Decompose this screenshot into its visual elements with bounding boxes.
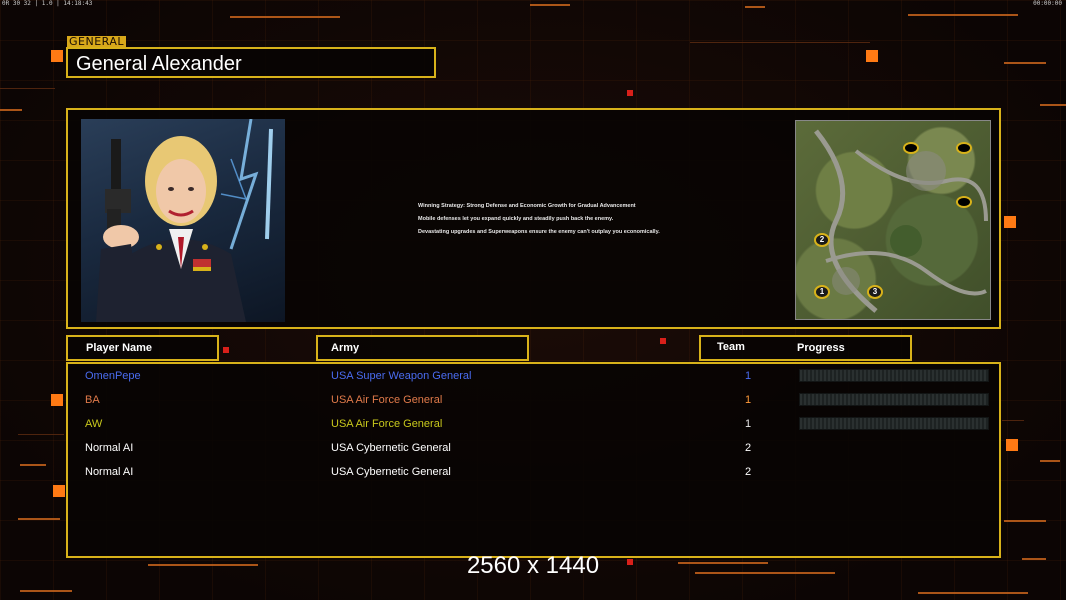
team-progress-header: Team Progress <box>699 335 912 361</box>
deco-line <box>0 109 22 111</box>
resolution-label: 2560 x 1440 <box>466 552 600 579</box>
player-army: USA Air Force General <box>331 394 443 406</box>
debug-readout: 0R 30 32 | 1.0 | 14:18:43 <box>2 0 93 7</box>
map-start-1[interactable]: 1 <box>814 285 830 299</box>
players-list: OmenPepe USA Super Weapon General 1 BA U… <box>66 362 1001 558</box>
player-name-header: Player Name <box>66 335 219 361</box>
general-name: General Alexander <box>76 53 242 75</box>
player-army: USA Air Force General <box>331 418 443 430</box>
deco-line <box>1004 62 1046 64</box>
progress-bar <box>799 393 989 406</box>
progress-bar <box>799 417 989 430</box>
deco-line <box>1040 104 1066 106</box>
map-start-marker <box>956 142 972 154</box>
player-team: 1 <box>744 418 752 430</box>
strategy-line: Winning Strategy: Strong Defense and Eco… <box>418 203 636 209</box>
deco-square <box>660 338 666 344</box>
player-army: USA Cybernetic General <box>331 442 451 454</box>
section-tag: GENERAL <box>67 35 127 48</box>
deco-line <box>1002 420 1024 421</box>
deco-line <box>20 464 46 466</box>
deco-square <box>51 50 63 62</box>
map-start-marker <box>903 142 919 154</box>
deco-line <box>20 590 72 592</box>
map-start-2[interactable]: 2 <box>814 233 830 247</box>
deco-square <box>866 50 878 62</box>
strategy-line: Devastating upgrades and Superweapons en… <box>418 229 660 235</box>
deco-line <box>918 592 1028 594</box>
progress-bar <box>799 369 989 382</box>
deco-square <box>223 347 229 353</box>
player-name: Normal AI <box>85 442 134 454</box>
player-team: 2 <box>744 466 752 478</box>
player-row: AW USA Air Force General 1 <box>68 414 999 438</box>
deco-line <box>230 16 340 18</box>
player-row: OmenPepe USA Super Weapon General 1 <box>68 366 999 390</box>
general-portrait <box>81 119 285 322</box>
deco-line <box>1004 520 1046 522</box>
general-info-panel: Winning Strategy: Strong Defense and Eco… <box>66 108 1001 329</box>
deco-line <box>18 434 64 435</box>
player-name: OmenPepe <box>85 370 141 382</box>
player-team: 2 <box>744 442 752 454</box>
deco-square <box>627 90 633 96</box>
player-team: 1 <box>744 370 752 382</box>
title-box: General Alexander <box>66 47 436 78</box>
player-name: Normal AI <box>85 466 134 478</box>
deco-line <box>690 42 870 43</box>
player-name: BA <box>85 394 100 406</box>
team-header-label: Team <box>717 341 745 353</box>
deco-line <box>745 6 765 8</box>
strategy-text: Winning Strategy: Strong Defense and Eco… <box>418 200 738 239</box>
player-name: AW <box>85 418 103 430</box>
deco-square <box>53 485 65 497</box>
deco-line <box>18 518 60 520</box>
player-army: USA Cybernetic General <box>331 466 451 478</box>
player-army: USA Super Weapon General <box>331 370 472 382</box>
deco-square <box>51 394 63 406</box>
map-start-marker <box>956 196 972 208</box>
player-row: Normal AI USA Cybernetic General 2 <box>68 462 999 486</box>
deco-square <box>1004 216 1016 228</box>
clock-readout: 00:00:00 <box>1033 0 1062 7</box>
deco-line <box>908 14 1018 16</box>
army-header-label: Army <box>331 342 360 354</box>
minimap: 2 1 3 <box>795 120 991 320</box>
strategy-line: Mobile defenses let you expand quickly a… <box>418 216 614 222</box>
map-start-3[interactable]: 3 <box>867 285 883 299</box>
player-row: Normal AI USA Cybernetic General 2 <box>68 438 999 462</box>
deco-line <box>530 4 570 6</box>
deco-line <box>0 88 55 89</box>
player-name-header-label: Player Name <box>86 342 153 354</box>
player-team: 1 <box>744 394 752 406</box>
deco-line <box>1040 460 1060 462</box>
army-header: Army <box>316 335 529 361</box>
deco-square <box>1006 439 1018 451</box>
player-row: BA USA Air Force General 1 <box>68 390 999 414</box>
portrait-image <box>96 119 273 322</box>
progress-header-label: Progress <box>797 342 845 354</box>
